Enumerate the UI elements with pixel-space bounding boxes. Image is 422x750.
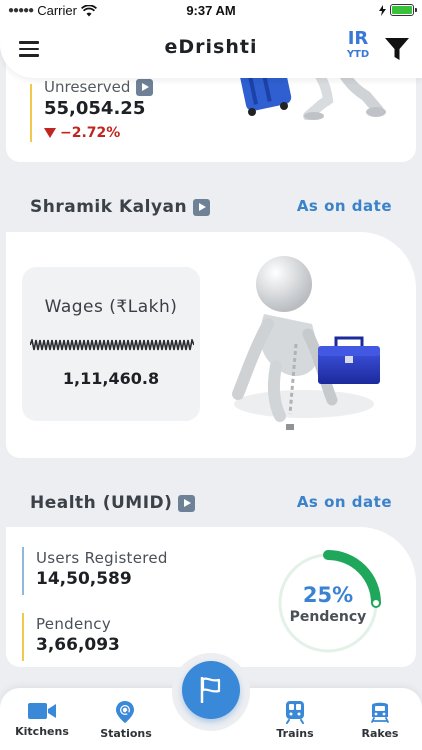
- play-square-icon[interactable]: [136, 78, 154, 96]
- shramik-card: Wages (₹Lakh) 1,11,460.8: [6, 232, 416, 458]
- shramik-title-text: Shramik Kalyan: [30, 197, 188, 217]
- health-as-on-date-link[interactable]: As on date: [297, 493, 392, 511]
- play-square-icon[interactable]: [193, 198, 211, 216]
- train-icon: [286, 701, 304, 724]
- unreserved-value: 55,054.25: [44, 98, 146, 119]
- flag-icon: [200, 677, 221, 703]
- nav-label-trains: Trains: [276, 727, 314, 740]
- wages-zigzag-divider: [30, 339, 194, 351]
- unreserved-change: −2.72%: [44, 125, 120, 141]
- rake-train-icon: [371, 702, 389, 723]
- unreserved-label: Unreserved: [44, 78, 131, 96]
- users-accent-bar: [22, 547, 24, 595]
- nav-label-kitchens: Kitchens: [15, 725, 69, 738]
- nav-item-kitchens[interactable]: Kitchens: [7, 700, 77, 738]
- pendency-value: 3,66,093: [36, 635, 120, 655]
- donut-percent: 25%: [302, 583, 354, 607]
- shramik-section-title: Shramik Kalyan: [30, 197, 211, 217]
- ir-ytd-toggle[interactable]: IR YTD: [340, 28, 376, 60]
- map-search-icon: [116, 701, 134, 723]
- health-section-title: Health (UMID): [30, 493, 196, 513]
- shramik-as-on-date-link[interactable]: As on date: [297, 197, 392, 215]
- ir-label: IR: [347, 28, 369, 49]
- nav-label-stations: Stations: [100, 727, 152, 740]
- unreserved-change-text: −2.72%: [60, 125, 121, 141]
- nav-label-rakes: Rakes: [361, 727, 399, 740]
- battery-charging-icon: [390, 4, 417, 16]
- app-header: eDrishti IR YTD: [0, 22, 422, 78]
- wages-value: 1,11,460.8: [62, 369, 160, 388]
- play-square-icon[interactable]: [178, 494, 196, 512]
- down-triangle-icon: [44, 128, 56, 138]
- donut-label: Pendency: [289, 609, 367, 625]
- filter-funnel-icon[interactable]: [384, 36, 410, 62]
- users-registered-label: Users Registered: [36, 549, 168, 567]
- nav-item-stations[interactable]: Stations: [91, 700, 161, 740]
- wages-label: Wages (₹Lakh): [44, 297, 178, 317]
- unreserved-label-row: Unreserved: [44, 78, 154, 96]
- wages-box[interactable]: Wages (₹Lakh) 1,11,460.8: [22, 267, 200, 421]
- ytd-label: YTD: [346, 49, 370, 60]
- unreserved-accent-bar: [30, 84, 32, 142]
- worker-with-toolbox-illustration: [232, 256, 380, 430]
- health-card: Users Registered 14,50,589 Pendency 3,66…: [6, 527, 416, 667]
- status-bar: ●●●●● Carrier 9:37 AM: [0, 0, 422, 22]
- pendency-accent-bar: [22, 613, 24, 661]
- status-time: 9:37 AM: [186, 3, 236, 18]
- video-camera-icon: [28, 703, 56, 719]
- nav-item-trains[interactable]: Trains: [260, 700, 330, 740]
- health-title-text: Health (UMID): [30, 493, 173, 513]
- pendency-label: Pendency: [36, 615, 112, 633]
- nav-item-rakes[interactable]: Rakes: [345, 700, 415, 740]
- flag-fab-button[interactable]: [182, 661, 240, 719]
- charging-icon: [379, 4, 386, 16]
- users-registered-value: 14,50,589: [36, 569, 132, 589]
- status-right: [379, 4, 417, 16]
